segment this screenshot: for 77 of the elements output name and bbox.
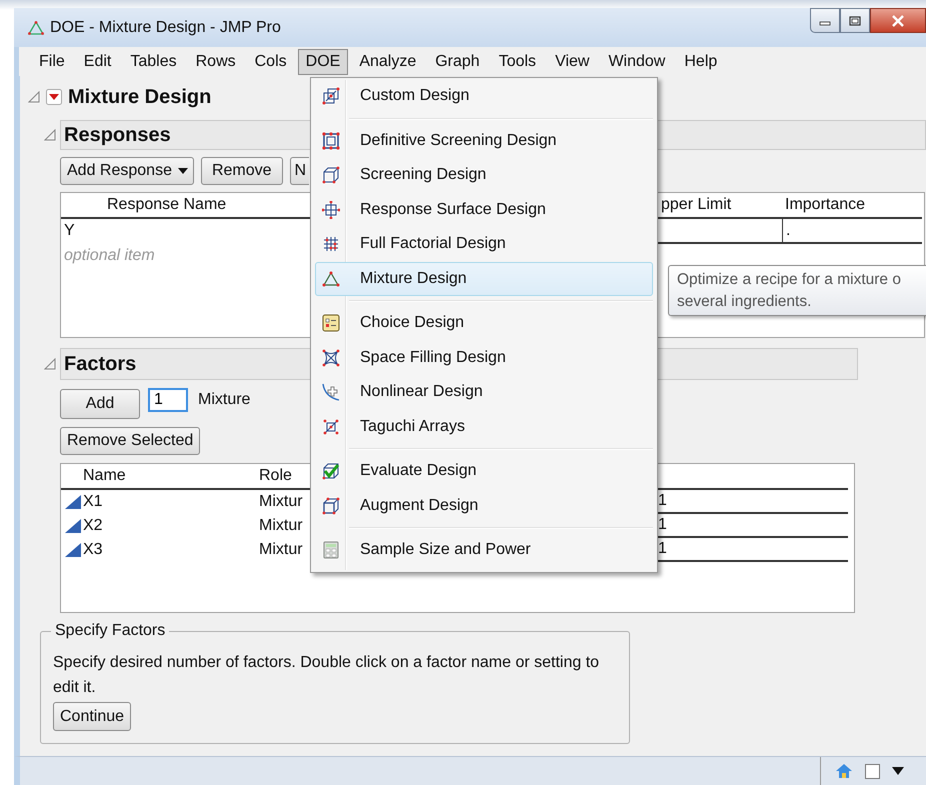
maximize-button[interactable] xyxy=(840,8,870,33)
button[interactable]: Remove xyxy=(200,157,283,185)
minimize-button[interactable] xyxy=(810,8,840,33)
column-header: Importance xyxy=(782,193,922,219)
continue-button[interactable]: Continue xyxy=(53,702,132,731)
triangle-icon xyxy=(64,542,82,558)
table-cell-text: Y xyxy=(63,221,76,241)
square-icon xyxy=(322,418,340,436)
menu-item[interactable]: Full Factorial Design xyxy=(315,227,653,262)
triangle-icon xyxy=(64,518,82,534)
disclosure-icon[interactable] xyxy=(44,358,56,370)
button[interactable]: N xyxy=(290,157,309,185)
cube-icon xyxy=(322,496,340,515)
card-icon xyxy=(322,314,340,332)
checkbox[interactable] xyxy=(865,764,880,778)
menu-item[interactable]: Graph xyxy=(427,48,488,74)
menu-item[interactable]: Augment Design xyxy=(315,488,653,523)
calculator-icon xyxy=(322,541,340,560)
menu-item[interactable]: Edit xyxy=(76,48,120,74)
count-field[interactable]: 1 xyxy=(148,388,188,412)
tooltip-text: several ingredients. xyxy=(677,292,812,312)
triangle-icon xyxy=(322,270,340,288)
menu-item[interactable]: Window xyxy=(600,48,674,74)
menu-item[interactable]: DOE xyxy=(298,48,348,74)
factor-type-label: Mixture xyxy=(198,391,250,409)
table-cell-text: X1 xyxy=(83,492,103,512)
menu-item[interactable]: Analyze xyxy=(351,48,424,74)
caret-icon xyxy=(178,168,188,174)
app-icon xyxy=(28,20,44,34)
column-header: Name xyxy=(61,464,255,490)
add-button[interactable]: Add xyxy=(60,389,140,419)
table-cell-text: Mixtur xyxy=(258,540,304,560)
menu-item[interactable]: Taguchi Arrays xyxy=(315,410,653,444)
menu-item[interactable]: Choice Design xyxy=(315,306,653,340)
table-cell-text: X2 xyxy=(83,516,103,536)
table-cell: . xyxy=(782,219,922,244)
home-icon[interactable] xyxy=(835,763,853,779)
cube-icon xyxy=(322,132,340,150)
cube-icon xyxy=(322,87,340,106)
instructions-text: Specify desired number of factors. Double click on a factor name or setting to edit it. xyxy=(53,653,600,698)
menu-item[interactable]: Tools xyxy=(490,48,544,74)
grid-icon xyxy=(322,235,340,254)
triangle-icon xyxy=(64,494,82,510)
menu-item[interactable]: Help xyxy=(676,48,726,74)
disclosure-icon[interactable] xyxy=(44,129,56,141)
menu-item[interactable]: Rows xyxy=(188,48,244,74)
menu-item[interactable]: Tables xyxy=(122,48,185,74)
options-menu-icon[interactable] xyxy=(46,89,62,105)
menu-item[interactable]: Cols xyxy=(246,48,295,74)
close-button[interactable] xyxy=(870,8,926,33)
table-cell-text: Mixtur xyxy=(258,516,304,536)
menu-item[interactable]: File xyxy=(31,48,73,74)
menu-item[interactable]: Mixture Design xyxy=(315,262,653,296)
menu-item[interactable]: Evaluate Design xyxy=(315,454,653,488)
menu-item[interactable]: Custom Design xyxy=(315,79,653,114)
check-icon xyxy=(322,462,340,480)
close-icon xyxy=(891,14,905,26)
table-cell-text: Mixtur xyxy=(258,492,304,512)
button[interactable]: Add Response xyxy=(60,157,194,185)
square-icon xyxy=(322,348,340,367)
remove-selected-button[interactable]: Remove Selected xyxy=(60,427,200,455)
group-title: Specify Factors xyxy=(51,622,170,640)
window-title: DOE - Mixture Design - JMP Pro xyxy=(50,18,281,36)
tooltip-text: Optimize a recipe for a mixture o xyxy=(677,270,902,290)
menu-item[interactable]: Sample Size and Power xyxy=(315,533,653,568)
cube-icon xyxy=(322,166,340,184)
menu-item[interactable]: Screening Design xyxy=(315,158,653,192)
placeholder-text: optional item xyxy=(63,246,156,266)
menu-item[interactable]: Response Surface Design xyxy=(315,192,653,227)
table-cell-text: X3 xyxy=(83,540,103,560)
maximize-icon xyxy=(849,16,861,26)
curve-icon xyxy=(322,383,340,402)
outline-title: Mixture Design xyxy=(68,86,212,108)
disclosure-icon[interactable] xyxy=(28,91,40,103)
caret-icon[interactable] xyxy=(892,767,904,775)
menu-item[interactable]: View xyxy=(547,48,598,74)
crosshair-icon xyxy=(322,200,340,219)
